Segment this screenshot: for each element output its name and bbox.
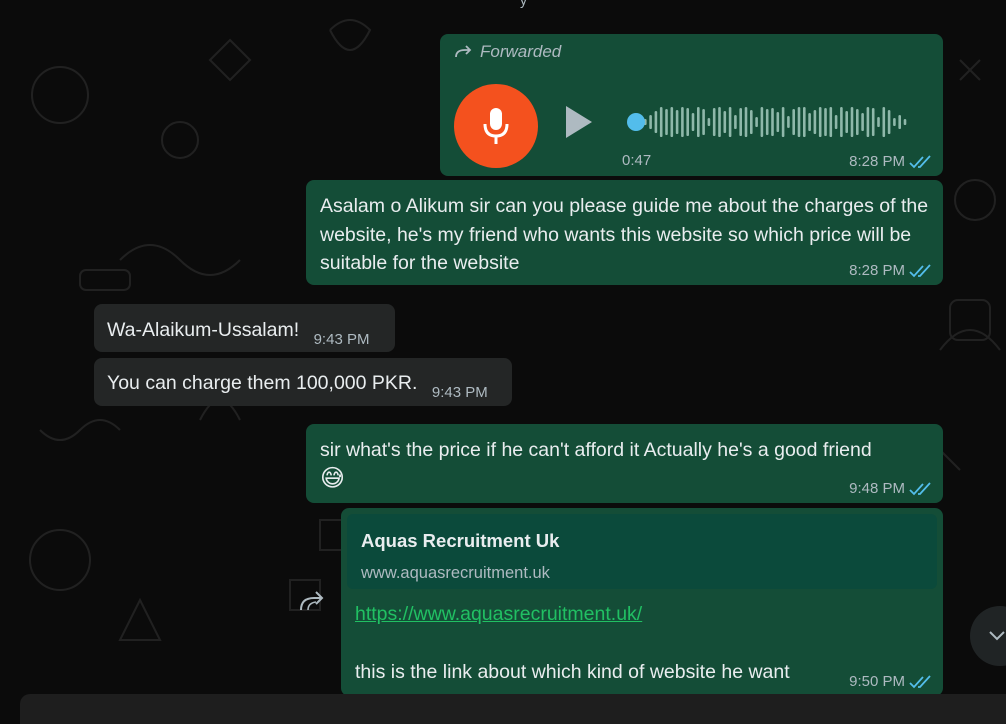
link-message-bubble[interactable]: Aquas Recruitment Uk www.aquasrecruitmen… <box>341 508 943 696</box>
emoji: 😅 <box>320 464 346 492</box>
waveform-bar <box>686 108 689 136</box>
waveform-bar <box>861 113 864 131</box>
forward-arrow-icon[interactable] <box>298 590 328 614</box>
waveform-bar <box>649 115 652 129</box>
waveform-bar <box>691 113 695 131</box>
waveform-bar <box>734 115 737 129</box>
waveform-bar <box>840 107 843 137</box>
message-text: You can charge them 100,000 PKR. <box>107 372 418 394</box>
voice-sender-avatar <box>454 84 538 168</box>
waveform-bar <box>707 118 711 126</box>
waveform-bar <box>834 115 838 129</box>
waveform-bar <box>728 107 732 137</box>
waveform-bar <box>723 111 727 133</box>
message-meta: 8:28 PM <box>849 153 933 170</box>
message-text: Wa-Alaikum-Ussalam! <box>107 319 300 341</box>
waveform-bar <box>755 117 758 127</box>
link-preview-title: Aquas Recruitment Uk <box>361 530 560 551</box>
voice-waveform[interactable] <box>626 104 912 140</box>
compose-bar[interactable] <box>20 694 1006 724</box>
scroll-to-bottom-button[interactable] <box>970 606 1006 666</box>
outgoing-message[interactable]: sir what's the price if he can't afford … <box>306 424 943 503</box>
message-time: 8:28 PM <box>849 153 905 170</box>
waveform-bar <box>670 107 674 137</box>
link-preview-domain: www.aquasrecruitment.uk <box>361 564 550 582</box>
waveform-bar <box>845 111 848 133</box>
waveform-bar <box>903 119 907 125</box>
waveform-bar <box>750 110 753 134</box>
waveform-bar <box>850 107 854 137</box>
message-time: 9:48 PM <box>849 480 905 497</box>
waveform-bar <box>765 109 769 135</box>
waveform-bar <box>893 118 896 126</box>
microphone-icon <box>483 108 509 144</box>
message-meta: 9:50 PM <box>849 673 933 690</box>
waveform-bar <box>871 108 875 136</box>
waveform-bar <box>866 107 870 137</box>
waveform-bar <box>744 107 748 137</box>
play-icon[interactable] <box>564 104 594 140</box>
message-text: sir what's the price if he can't afford … <box>320 439 872 492</box>
message-time: 9:43 PM <box>313 331 370 348</box>
voice-message-bubble[interactable]: Forwarded 0:47 8:28 PM <box>440 34 943 176</box>
waveform-bar <box>654 111 658 133</box>
waveform-bar <box>797 107 801 137</box>
link-preview-card[interactable]: Aquas Recruitment Uk www.aquasrecruitmen… <box>347 514 937 589</box>
voice-progress-handle[interactable] <box>627 113 645 131</box>
waveform-bar <box>739 108 742 136</box>
waveform-bar <box>877 117 880 127</box>
waveform-bar <box>792 109 795 135</box>
waveform-bar <box>681 107 684 137</box>
message-time: 9:43 PM <box>431 384 488 401</box>
waveform-bar <box>712 108 716 136</box>
waveform-bar <box>675 110 679 134</box>
waveform-bar <box>760 107 764 137</box>
waveform-bar <box>808 113 811 131</box>
waveform-bar <box>665 109 668 135</box>
double-check-icon <box>909 481 931 495</box>
waveform-bar <box>803 107 806 137</box>
double-check-icon <box>909 263 931 277</box>
outgoing-message[interactable]: Asalam o Alikum sir can you please guide… <box>306 180 943 285</box>
message-time: 8:28 PM <box>849 262 905 279</box>
waveform-bar <box>702 109 705 135</box>
waveform-bar <box>718 107 721 137</box>
waveform-bar <box>771 108 774 136</box>
waveform-bar <box>856 109 859 135</box>
incoming-message[interactable]: You can charge them 100,000 PKR. 9:43 PM <box>94 358 512 406</box>
waveform-bar <box>781 107 785 137</box>
waveform-bar <box>898 115 901 129</box>
voice-duration: 0:47 <box>622 152 652 169</box>
date-fragment: y <box>520 0 527 8</box>
waveform-bar <box>818 107 822 137</box>
waveform-bar <box>829 107 833 137</box>
waveform-bar <box>813 110 817 134</box>
waveform-bar <box>882 107 886 137</box>
message-text: this is the link about which kind of web… <box>355 661 790 683</box>
waveform-bar <box>776 112 780 132</box>
waveform-bar <box>697 107 700 137</box>
message-time: 9:50 PM <box>849 673 905 690</box>
waveform-bar <box>659 107 663 137</box>
message-text: Asalam o Alikum sir can you please guide… <box>320 195 929 274</box>
message-meta: 8:28 PM <box>849 262 933 279</box>
message-link[interactable]: https://www.aquasrecruitment.uk/ <box>355 603 642 626</box>
incoming-message[interactable]: Wa-Alaikum-Ussalam! 9:43 PM <box>94 304 395 352</box>
waveform-bar <box>824 108 827 136</box>
chevron-down-icon <box>989 631 1005 641</box>
forward-arrow-icon <box>455 45 472 58</box>
double-check-icon <box>909 674 931 688</box>
message-meta: 9:48 PM <box>849 480 933 497</box>
waveform-bar <box>787 116 790 128</box>
waveform-bar <box>887 110 891 134</box>
double-check-icon <box>909 154 931 168</box>
forwarded-label: Forwarded <box>454 42 561 62</box>
